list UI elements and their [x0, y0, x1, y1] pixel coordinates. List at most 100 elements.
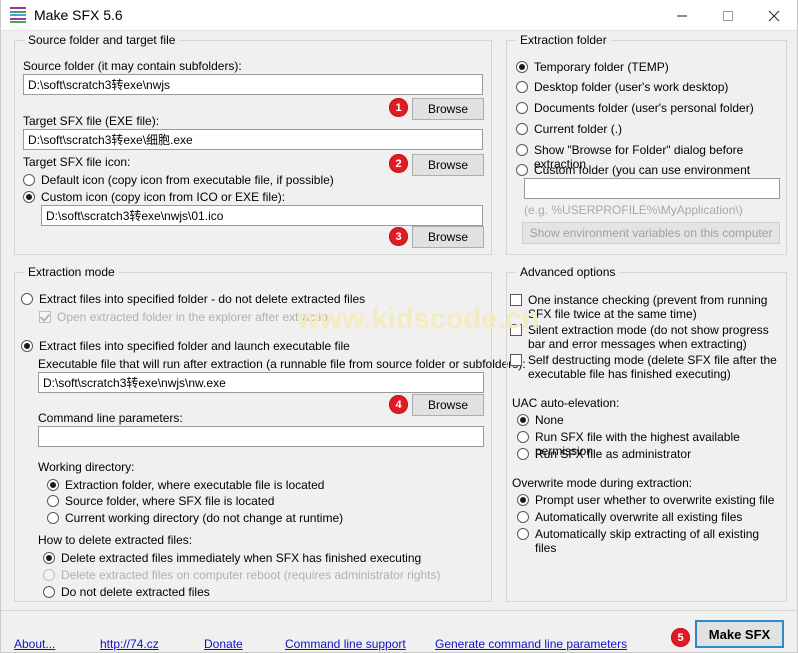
browse-custom-icon-button[interactable]: Browse — [412, 226, 484, 248]
link-donate[interactable]: Donate — [204, 637, 243, 651]
checkbox-one-instance[interactable]: One instance checking (prevent from runn… — [510, 293, 782, 321]
radio-do-not-delete-indicator — [43, 586, 55, 598]
maximize-icon[interactable] — [705, 0, 751, 31]
checkbox-one-instance-indicator — [510, 294, 522, 306]
radio-uac-none[interactable]: None — [517, 413, 782, 427]
radio-temp-folder[interactable]: Temporary folder (TEMP) — [516, 60, 781, 74]
radio-overwrite-skip[interactable]: Automatically skip extracting of all exi… — [517, 527, 782, 555]
radio-extract-and-launch[interactable]: Extract files into specified folder and … — [21, 339, 471, 353]
extraction-mode-group-legend: Extraction mode — [24, 265, 119, 279]
source-folder-group-legend: Source folder and target file — [24, 33, 180, 47]
radio-delete-on-reboot[interactable]: Delete extracted files on computer reboo… — [43, 568, 473, 582]
radio-overwrite-auto-label: Automatically overwrite all existing fil… — [535, 510, 743, 524]
radio-current-folder-indicator — [516, 123, 528, 135]
link-command-line-support[interactable]: Command line support — [285, 637, 406, 651]
checkbox-open-explorer-label: Open extracted folder in the explorer af… — [57, 310, 335, 324]
command-line-parameters-label: Command line parameters: — [38, 411, 183, 425]
radio-temp-folder-indicator — [516, 61, 528, 73]
working-directory-label: Working directory: — [38, 460, 135, 474]
source-folder-input[interactable]: D:\soft\scratch3转exe\nwjs — [23, 74, 483, 95]
radio-do-not-delete-label: Do not delete extracted files — [61, 585, 210, 599]
target-sfx-input[interactable]: D:\soft\scratch3转exe\细胞.exe — [23, 129, 483, 150]
radio-documents-folder-label: Documents folder (user's personal folder… — [534, 101, 754, 115]
radio-custom-folder-indicator — [516, 164, 528, 176]
radio-overwrite-prompt[interactable]: Prompt user whether to overwrite existin… — [517, 493, 782, 507]
radio-workdir-source[interactable]: Source folder, where SFX file is located — [47, 494, 467, 508]
link-about[interactable]: About... — [14, 637, 55, 651]
checkbox-self-destructing[interactable]: Self destructing mode (delete SFX file a… — [510, 353, 782, 381]
uac-label: UAC auto-elevation: — [512, 396, 620, 410]
command-line-parameters-input[interactable] — [38, 426, 484, 447]
radio-delete-immediately[interactable]: Delete extracted files immediately when … — [43, 551, 473, 565]
radio-desktop-folder-label: Desktop folder (user's work desktop) — [534, 80, 729, 94]
radio-extract-no-delete[interactable]: Extract files into specified folder - do… — [21, 292, 471, 306]
radio-temp-folder-label: Temporary folder (TEMP) — [534, 60, 669, 74]
radio-extract-and-launch-indicator — [21, 340, 33, 352]
radio-default-icon-label: Default icon (copy icon from executable … — [41, 173, 334, 187]
radio-workdir-source-label: Source folder, where SFX file is located — [65, 494, 275, 508]
link-generate-command-line-parameters[interactable]: Generate command line parameters — [435, 637, 627, 651]
make-sfx-button[interactable]: Make SFX — [695, 620, 784, 648]
link-website[interactable]: http://74.cz — [100, 637, 159, 651]
title-bar: Make SFX 5.6 — [1, 0, 797, 31]
radio-overwrite-skip-label: Automatically skip extracting of all exi… — [535, 527, 760, 555]
executable-file-label: Executable file that will run after extr… — [38, 357, 526, 371]
checkbox-self-destructing-indicator — [510, 354, 522, 366]
radio-overwrite-prompt-label: Prompt user whether to overwrite existin… — [535, 493, 775, 507]
target-sfx-label: Target SFX file (EXE file): — [23, 114, 160, 128]
radio-do-not-delete[interactable]: Do not delete extracted files — [43, 585, 473, 599]
radio-default-icon[interactable]: Default icon (copy icon from executable … — [23, 173, 443, 187]
radio-delete-immediately-indicator — [43, 552, 55, 564]
radio-overwrite-auto[interactable]: Automatically overwrite all existing fil… — [517, 510, 782, 524]
checkbox-self-destructing-label: Self destructing mode (delete SFX file a… — [528, 353, 777, 381]
window-title: Make SFX 5.6 — [34, 7, 123, 23]
show-environment-variables-button[interactable]: Show environment variables on this compu… — [522, 222, 780, 244]
radio-uac-highest-indicator — [517, 431, 529, 443]
radio-workdir-current-label: Current working directory (do not change… — [65, 511, 344, 525]
checkbox-silent-mode[interactable]: Silent extraction mode (do not show prog… — [510, 323, 782, 351]
advanced-options-group-legend: Advanced options — [516, 265, 620, 279]
radio-workdir-extraction-label: Extraction folder, where executable file… — [65, 478, 325, 492]
radio-custom-icon[interactable]: Custom icon (copy icon from ICO or EXE f… — [23, 190, 443, 204]
radio-workdir-current[interactable]: Current working directory (do not change… — [47, 511, 467, 525]
badge-3: 3 — [389, 227, 408, 246]
radio-extract-no-delete-label: Extract files into specified folder - do… — [39, 292, 366, 306]
radio-current-folder[interactable]: Current folder (.) — [516, 122, 781, 136]
custom-folder-input[interactable] — [524, 178, 780, 199]
checkbox-silent-mode-indicator — [510, 324, 522, 336]
radio-documents-folder[interactable]: Documents folder (user's personal folder… — [516, 101, 781, 115]
footer-bar: About... http://74.cz Donate Command lin… — [1, 610, 797, 652]
radio-delete-on-reboot-label: Delete extracted files on computer reboo… — [61, 568, 441, 582]
radio-workdir-current-indicator — [47, 512, 59, 524]
radio-uac-administrator-label: Run SFX file as administrator — [535, 447, 692, 461]
custom-folder-hint: (e.g. %USERPROFILE%\MyApplication\) — [524, 203, 743, 217]
radio-overwrite-auto-indicator — [517, 511, 529, 523]
badge-2: 2 — [389, 154, 408, 173]
radio-workdir-extraction[interactable]: Extraction folder, where executable file… — [47, 478, 467, 492]
browse-source-button[interactable]: Browse — [412, 98, 484, 120]
browse-executable-button[interactable]: Browse — [412, 394, 484, 416]
executable-file-input[interactable]: D:\soft\scratch3转exe\nwjs\nw.exe — [38, 372, 484, 393]
checkbox-open-explorer[interactable]: Open extracted folder in the explorer af… — [39, 310, 469, 324]
radio-extract-and-launch-label: Extract files into specified folder and … — [39, 339, 350, 353]
radio-overwrite-prompt-indicator — [517, 494, 529, 506]
radio-custom-icon-indicator — [23, 191, 35, 203]
radio-overwrite-skip-indicator — [517, 528, 529, 540]
radio-extract-no-delete-indicator — [21, 293, 33, 305]
overwrite-label: Overwrite mode during extraction: — [512, 476, 693, 490]
radio-uac-administrator[interactable]: Run SFX file as administrator — [517, 447, 782, 461]
radio-uac-none-indicator — [517, 414, 529, 426]
badge-1: 1 — [389, 98, 408, 117]
close-icon[interactable] — [751, 0, 797, 31]
badge-4: 4 — [389, 395, 408, 414]
radio-desktop-folder[interactable]: Desktop folder (user's work desktop) — [516, 80, 781, 94]
minimize-icon[interactable] — [659, 0, 705, 31]
make-sfx-window: Make SFX 5.6 www.kidscode.cn Source fold… — [0, 0, 798, 653]
radio-desktop-folder-indicator — [516, 81, 528, 93]
radio-browse-dialog-indicator — [516, 144, 528, 156]
custom-icon-input[interactable]: D:\soft\scratch3转exe\nwjs\01.ico — [41, 205, 483, 226]
checkbox-one-instance-label: One instance checking (prevent from runn… — [528, 293, 768, 321]
how-to-delete-label: How to delete extracted files: — [38, 533, 193, 547]
checkbox-silent-mode-label: Silent extraction mode (do not show prog… — [528, 323, 769, 351]
badge-5: 5 — [671, 628, 690, 647]
